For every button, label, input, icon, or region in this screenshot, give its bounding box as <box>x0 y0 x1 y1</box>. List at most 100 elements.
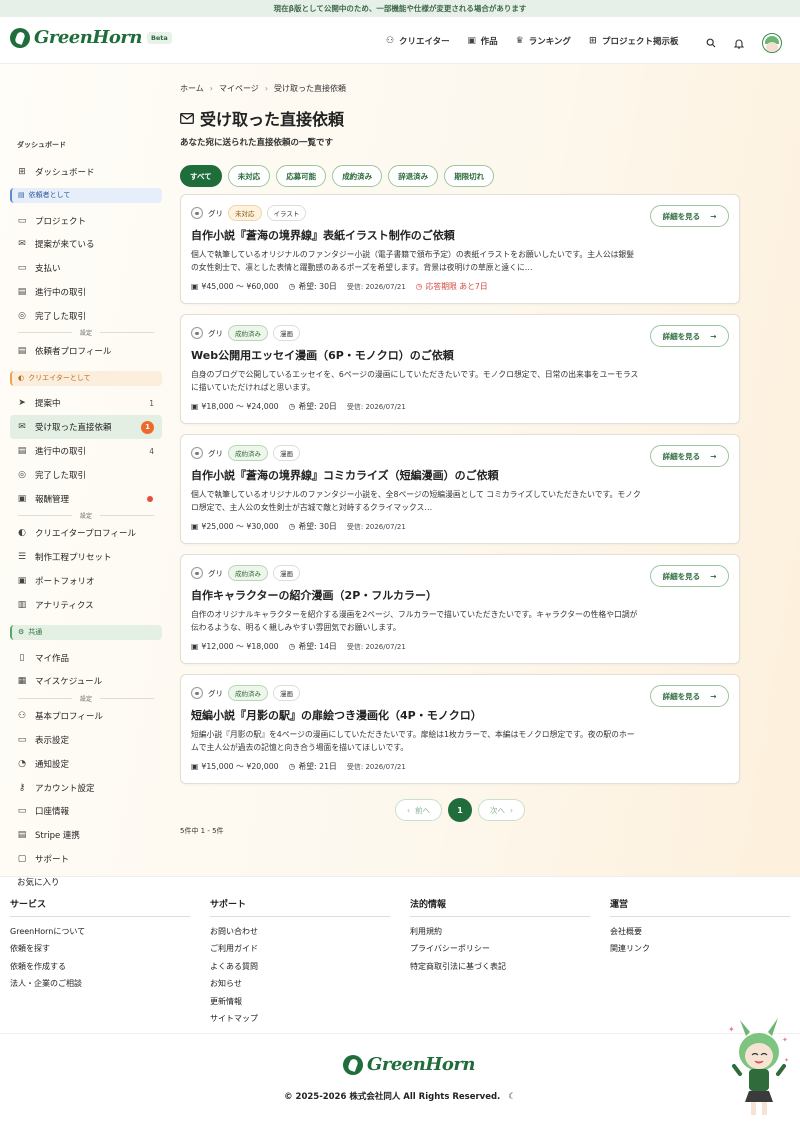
nav-creators[interactable]: ⚇ クリエイター <box>385 35 450 47</box>
request-title[interactable]: 自作キャラクターの紹介漫画（2P・フルカラー） <box>191 587 437 603</box>
sidebar-item-client-completed[interactable]: ◎ 完了した取引 <box>10 304 162 328</box>
request-card[interactable]: グリ 成約済み 漫画 自作キャラクターの紹介漫画（2P・フルカラー） 自作のオリジナ… <box>180 554 740 664</box>
sidebar-item-display-settings[interactable]: ▭ 表示設定 <box>10 728 162 752</box>
filter-expired[interactable]: 期限切れ <box>444 165 495 187</box>
site-logo[interactable]: GreenHorn Beta <box>10 27 172 48</box>
requester-name: グリ <box>208 568 223 578</box>
footer-link[interactable]: サイトマップ <box>210 1010 390 1027</box>
breadcrumb-home[interactable]: ホーム <box>180 83 204 94</box>
request-title[interactable]: Web公開用エッセイ漫画（6P・モノクロ）のご依頼 <box>191 347 454 363</box>
footer-link[interactable]: お問い合わせ <box>210 923 390 940</box>
sidebar-item-account-settings[interactable]: ⚷ アカウント設定 <box>10 776 162 800</box>
filter-open[interactable]: 応募可能 <box>276 165 327 187</box>
sidebar-item-basic-profile[interactable]: ⚇ 基本プロフィール <box>10 704 162 728</box>
sidebar-item-creator-completed[interactable]: ◎ 完了した取引 <box>10 463 162 487</box>
bell-icon[interactable] <box>733 38 745 49</box>
nav-ranking[interactable]: ♛ ランキング <box>515 35 571 47</box>
section-client: ▤ 依頼者として <box>10 187 162 203</box>
received-date: 受信: 2026/07/21 <box>346 642 406 651</box>
sidebar-item-dashboard[interactable]: ⊞ ダッシュボード <box>10 160 162 184</box>
filter-tabs: すべて 未対応 応募可能 成約済み 辞退済み 期限切れ <box>180 165 740 187</box>
sidebar-item-creator-in-progress[interactable]: ▤ 進行中の取引 4 <box>10 439 162 463</box>
breadcrumb-current: 受け取った直接依頼 <box>274 84 347 93</box>
detail-button[interactable]: 詳細を見る → <box>650 685 729 707</box>
sidebar-item-my-works[interactable]: ▯ マイ作品 <box>10 646 162 670</box>
request-card[interactable]: グリ 未対応 イラスト 自作小説『蒼海の境界線』表紙イラスト制作のご依頼 個人で執筆… <box>180 194 740 304</box>
arrow-right-icon: → <box>710 211 717 221</box>
footer-link[interactable]: 関連リンク <box>610 940 790 957</box>
footer-link[interactable]: 依頼を作成する <box>10 958 190 975</box>
category-badge: 漫画 <box>273 685 300 701</box>
budget: ▣ ¥45,000 〜 ¥60,000 <box>191 282 279 291</box>
footer-link[interactable]: プライバシーポリシー <box>410 940 590 957</box>
current-page[interactable]: 1 <box>448 798 472 822</box>
settings-divider: 設定 <box>10 693 162 703</box>
breadcrumb-mypage[interactable]: マイページ <box>219 83 259 94</box>
sidebar-item-support[interactable]: ▢ サポート <box>10 847 162 871</box>
sidebar-item-client-in-progress[interactable]: ▤ 進行中の取引 <box>10 280 162 304</box>
footer-heading: 運営 <box>610 897 790 917</box>
filter-declined[interactable]: 辞退済み <box>388 165 439 187</box>
footer-link[interactable]: 依頼を探す <box>10 940 190 957</box>
arrow-right-icon: → <box>710 691 717 701</box>
filter-all[interactable]: すべて <box>180 165 222 187</box>
request-card[interactable]: グリ 成約済み 漫画 短編小説『月影の駅』の扉絵つき漫画化（4P・モノクロ） 短編小… <box>180 674 740 784</box>
sidebar-item-my-schedule[interactable]: ▦ マイスケジュール <box>10 670 162 694</box>
request-title[interactable]: 自作小説『蒼海の境界線』表紙イラスト制作のご依頼 <box>191 227 455 243</box>
filter-pending[interactable]: 未対応 <box>227 165 271 187</box>
sidebar-item-proposing[interactable]: ➤ 提案中 1 <box>10 392 162 416</box>
sidebar-item-analytics[interactable]: ▥ アナリティクス <box>10 593 162 617</box>
footer-link[interactable]: 会社概要 <box>610 923 790 940</box>
wallet-icon: ▣ <box>191 642 199 651</box>
next-page-button[interactable]: 次へ › <box>478 799 525 821</box>
footer-link[interactable]: ご利用ガイド <box>210 940 390 957</box>
moon-icon[interactable]: ☾ <box>508 1092 516 1102</box>
filter-contracted[interactable]: 成約済み <box>332 165 383 187</box>
request-card[interactable]: グリ 成約済み 漫画 Web公開用エッセイ漫画（6P・モノクロ）のご依頼 自身のブロ… <box>180 314 740 424</box>
briefcase-icon: ▤ <box>18 191 25 200</box>
nav-works[interactable]: ▣ 作品 <box>467 35 497 47</box>
sidebar-item-portfolio[interactable]: ▣ ポートフォリオ <box>10 569 162 593</box>
prev-page-button[interactable]: ‹ 前へ <box>395 799 442 821</box>
request-title[interactable]: 自作小説『蒼海の境界線』コミカライズ（短編漫画）のご依頼 <box>191 467 499 483</box>
request-card[interactable]: グリ 成約済み 漫画 自作小説『蒼海の境界線』コミカライズ（短編漫画）のご依頼 個人… <box>180 434 740 544</box>
sidebar-item-creator-profile[interactable]: ◐ クリエイタープロフィール <box>10 522 162 546</box>
section-common: ⚙ 共通 <box>10 624 162 640</box>
sidebar-item-projects[interactable]: ▭ プロジェクト <box>10 209 162 233</box>
image-icon: ▣ <box>467 36 476 46</box>
footer-link[interactable]: 更新情報 <box>210 993 390 1010</box>
sidebar-item-rewards[interactable]: ▣ 報酬管理 <box>10 487 162 511</box>
user-avatar[interactable] <box>762 33 782 53</box>
footer-link[interactable]: 特定商取引法に基づく表記 <box>410 958 590 975</box>
footer-link[interactable]: 利用規約 <box>410 923 590 940</box>
detail-button[interactable]: 詳細を見る → <box>650 445 729 467</box>
main-content: ホーム › マイページ › 受け取った直接依頼 受け取った直接依頼 あなた宛に送… <box>180 83 740 187</box>
sidebar-item-bank-info[interactable]: ▭ 口座情報 <box>10 800 162 824</box>
sidebar-item-payments[interactable]: ▭ 支払い <box>10 256 162 280</box>
sidebar-item-notification-settings[interactable]: ◔ 通知設定 <box>10 752 162 776</box>
section-creator: ◐ クリエイターとして <box>10 370 162 386</box>
sidebar-item-stripe[interactable]: ▤ Stripe 連携 <box>10 823 162 847</box>
sidebar-item-client-profile[interactable]: ▤ 依頼者プロフィール <box>10 339 162 363</box>
detail-button[interactable]: 詳細を見る → <box>650 565 729 587</box>
footer-link[interactable]: 法人・企業のご相談 <box>10 975 190 992</box>
people-icon: ⚇ <box>385 36 395 46</box>
footer-link[interactable]: GreenHornについて <box>10 923 190 940</box>
card-icon: ▭ <box>17 806 27 817</box>
sidebar-item-proposals-received[interactable]: ✉ 提案が来ている <box>10 233 162 257</box>
detail-button[interactable]: 詳細を見る → <box>650 325 729 347</box>
sidebar-item-workflow-presets[interactable]: ☰ 制作工程プリセット <box>10 545 162 569</box>
footer-link[interactable]: お知らせ <box>210 975 390 992</box>
footer-logo[interactable]: GreenHorn <box>343 1054 475 1075</box>
sidebar-item-direct-requests[interactable]: ✉ 受け取った直接依頼 1 <box>10 415 162 440</box>
wallet-icon: ▣ <box>191 282 199 291</box>
send-icon: ➤ <box>18 398 26 409</box>
requester-avatar <box>191 447 203 459</box>
favorites-overlay[interactable]: お気に入り <box>17 876 60 888</box>
footer-link[interactable]: よくある質問 <box>210 958 390 975</box>
search-icon[interactable] <box>706 38 716 48</box>
nav-project-board[interactable]: ⊞ プロジェクト掲示板 <box>588 35 678 47</box>
detail-button[interactable]: 詳細を見る → <box>650 205 729 227</box>
document-icon: ▤ <box>17 287 27 298</box>
request-title[interactable]: 短編小説『月影の駅』の扉絵つき漫画化（4P・モノクロ） <box>191 707 482 723</box>
